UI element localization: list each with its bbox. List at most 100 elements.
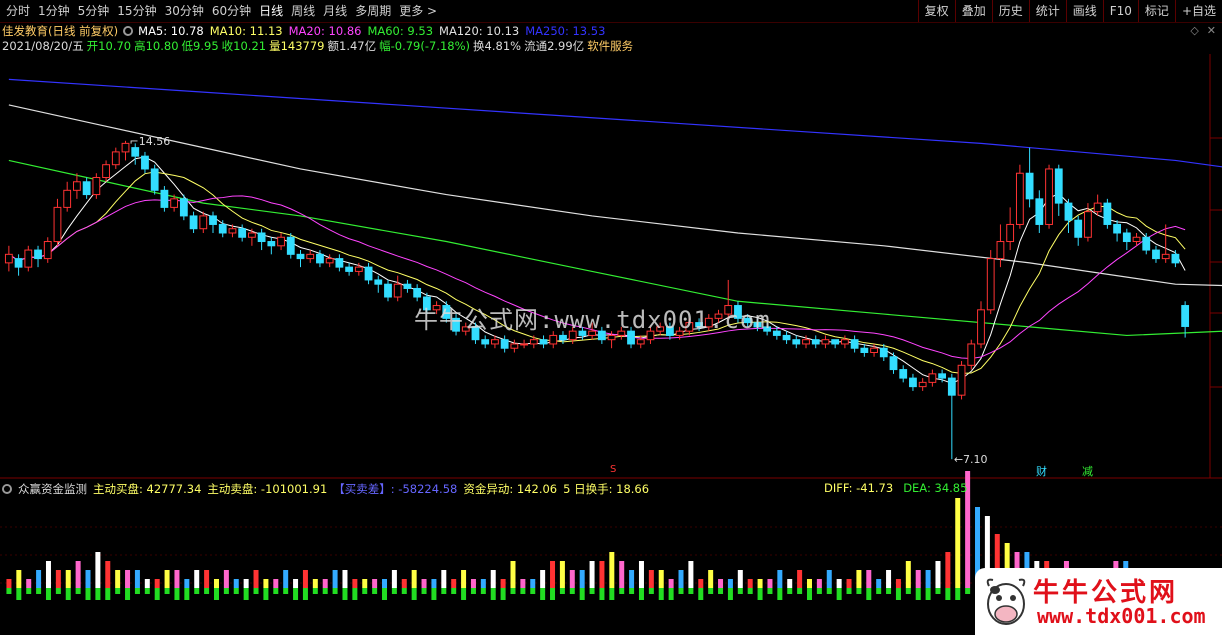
- candle-body: [821, 339, 830, 345]
- indicator-name[interactable]: 众赢资金监测: [18, 481, 87, 497]
- eye-icon[interactable]: ●: [2, 483, 12, 494]
- flow-bar-negative: [540, 588, 546, 600]
- flow-bar-negative: [935, 588, 941, 594]
- flow-bar-positive: [925, 570, 931, 588]
- candle-body: [889, 356, 898, 371]
- flow-bar-negative: [787, 588, 793, 594]
- candle-body: [179, 198, 188, 217]
- indicator-sell: 主动卖盘: -101001.91: [207, 481, 328, 496]
- flow-bar-positive: [658, 570, 664, 588]
- flow-bar-negative: [470, 588, 476, 594]
- candle-body: [1122, 232, 1131, 243]
- flow-bar-negative: [747, 588, 753, 594]
- flow-bar-negative: [362, 588, 368, 594]
- candle-body: [296, 253, 305, 260]
- candle-body: [996, 241, 1005, 260]
- flow-bar-negative: [480, 588, 486, 594]
- flow-bar-negative: [441, 588, 447, 594]
- flow-bar-positive: [95, 552, 101, 588]
- flow-bar-positive: [737, 570, 743, 588]
- candle-body: [1161, 253, 1170, 260]
- candle-body: [63, 189, 72, 208]
- flow-bar-negative: [243, 588, 249, 600]
- flow-bar-negative: [678, 588, 684, 594]
- flow-bar-positive: [233, 579, 239, 588]
- candle-body: [121, 142, 130, 153]
- candle-body: [316, 253, 324, 264]
- candle-body: [986, 258, 995, 311]
- flow-bar-positive: [797, 570, 803, 588]
- flow-bar-negative: [856, 588, 862, 594]
- flow-bar-negative: [806, 588, 812, 600]
- flow-bar-positive: [668, 579, 674, 588]
- flow-bar-negative: [6, 588, 12, 594]
- candle-body: [53, 206, 62, 243]
- candle-body: [636, 339, 645, 345]
- indicator-flow: 资金异动: 142.06: [463, 481, 558, 496]
- flow-bar-negative: [955, 588, 961, 600]
- flow-bar-positive: [75, 561, 81, 588]
- flow-bar-negative: [886, 588, 892, 594]
- flow-bar-positive: [480, 579, 486, 588]
- flow-bar-positive: [569, 570, 575, 588]
- logo-url: www.tdx001.com: [1037, 604, 1206, 628]
- candle-body: [209, 215, 217, 225]
- candle-body: [879, 347, 888, 358]
- site-logo: 牛牛公式网 www.tdx001.com: [975, 568, 1222, 635]
- flow-bar-negative: [55, 588, 61, 594]
- candle-body: [82, 181, 91, 196]
- dea-value: DEA: 34.85: [903, 481, 968, 495]
- flow-bar-negative: [638, 588, 644, 600]
- candle-body: [559, 334, 567, 341]
- flow-bar-negative: [510, 588, 516, 594]
- flow-bar-positive: [174, 570, 180, 588]
- flow-bar-positive: [45, 561, 51, 588]
- flow-bar-positive: [184, 579, 190, 588]
- flow-bar-positive: [16, 570, 22, 588]
- flow-bar-negative: [273, 588, 279, 594]
- candle-body: [364, 266, 373, 281]
- flow-bar-negative: [599, 588, 605, 600]
- flow-bar-negative: [550, 588, 556, 600]
- candle-body: [325, 258, 334, 264]
- flow-bar-negative: [816, 588, 822, 594]
- flow-bar-negative: [579, 588, 585, 600]
- flow-bar-positive: [579, 570, 585, 588]
- macd-info: DIFF: -41.73 DEA: 34.85: [824, 481, 967, 495]
- candle-body: [1015, 172, 1024, 225]
- flow-bar-negative: [648, 588, 654, 594]
- flow-bar-positive: [757, 579, 763, 588]
- flow-bar-negative: [223, 588, 229, 594]
- flow-bar-negative: [688, 588, 694, 594]
- flow-bar-positive: [955, 498, 961, 588]
- candle-body: [1142, 236, 1151, 251]
- flow-bar-positive: [490, 570, 496, 588]
- flow-bar-positive: [698, 579, 704, 588]
- candle-body: [938, 373, 947, 379]
- flow-bar-positive: [540, 570, 546, 588]
- flow-bar-positive: [836, 579, 842, 588]
- candle-body: [335, 258, 344, 268]
- candle-body: [24, 249, 33, 268]
- candle-body: [1064, 202, 1073, 221]
- candle-body: [967, 343, 976, 366]
- flow-bar-negative: [26, 588, 32, 594]
- flow-bar-positive: [708, 570, 714, 588]
- candle-body: [306, 253, 315, 260]
- candle-body: [1025, 172, 1034, 200]
- flow-bar-negative: [372, 588, 378, 594]
- flow-bar-negative: [382, 588, 388, 600]
- candle-body: [1045, 168, 1053, 225]
- candle-body: [374, 279, 383, 285]
- candle-body: [1006, 223, 1015, 243]
- flow-bar-negative: [144, 588, 150, 594]
- candle-body: [792, 339, 801, 345]
- flow-bar-positive: [36, 570, 42, 588]
- flow-bar-negative: [490, 588, 496, 600]
- candle-body: [403, 283, 412, 289]
- flow-bar-negative: [500, 588, 506, 600]
- flow-bar-negative: [95, 588, 101, 600]
- flow-bar-positive: [550, 561, 556, 588]
- flow-bar-negative: [451, 588, 457, 594]
- candle-body: [928, 373, 937, 383]
